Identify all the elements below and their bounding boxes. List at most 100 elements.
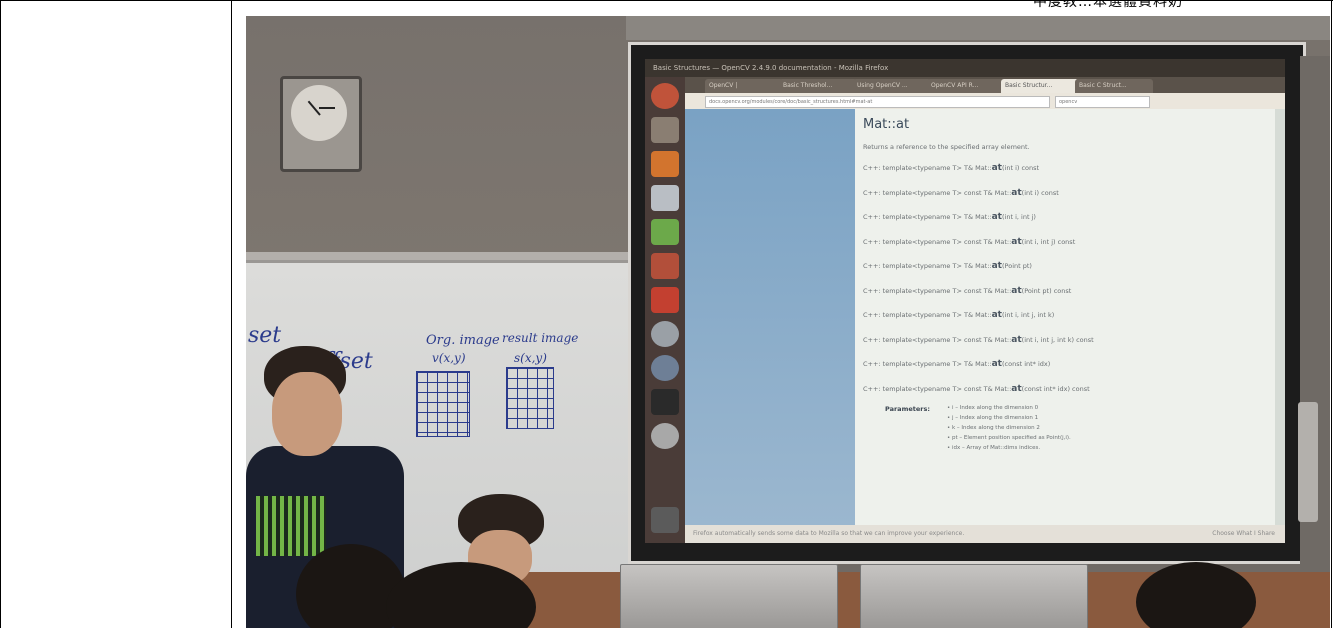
board-text-sxy: s(x,y) [514,351,547,365]
board-grid-original [416,371,470,437]
signature-function: at [991,359,1002,369]
table-border-left [0,1,1,628]
signature-prefix: C++: template<typename T> T& Mat:: [863,360,992,368]
params-heading: Parameters: [885,405,930,413]
browser-toolbar: docs.opencv.org/modules/core/doc/basic_s… [685,93,1285,109]
browser-tab-bar: OpenCV | Basic Threshol... Using OpenCV … [685,77,1285,93]
signature-args: (int i) const [1002,164,1040,172]
window-title: Basic Structures — OpenCV 2.4.9.0 docume… [645,59,1285,77]
signature-line: C++: template<typename T> T& Mat::at(int… [863,212,1036,222]
signature-prefix: C++: template<typename T> const T& Mat:: [863,335,1012,344]
doc-sidebar [685,109,855,525]
tab-5-active[interactable]: Basic Structur... [1001,79,1079,93]
lecturer-face [272,372,342,456]
tab-2[interactable]: Basic Threshol... [779,79,857,93]
board-text-org-image: Org. image [426,333,500,348]
url-input[interactable]: docs.opencv.org/modules/core/doc/basic_s… [705,96,1050,108]
signature-args: (const int* idx) const [1021,384,1090,393]
firefox-notification-bar: Firefox automatically sends some data to… [685,525,1285,543]
signature-args: (int i, int j, int k) [1002,311,1055,319]
writer-icon[interactable] [651,185,679,211]
ubuntu-logo-icon[interactable] [651,83,679,109]
signature-line: C++: template<typename T> const T& Mat::… [863,384,1090,394]
signature-line: C++: template<typename T> T& Mat::at(Poi… [863,261,1032,271]
update-icon[interactable] [651,423,679,449]
signature-line: C++: template<typename T> const T& Mat::… [863,286,1071,296]
signature-line: C++: template<typename T> const T& Mat::… [863,237,1075,247]
signature-prefix: C++: template<typename T> const T& Mat:: [863,286,1012,295]
signature-function: at [1011,187,1022,198]
classroom-photo: set Offset Org. image result image v(x,y… [246,16,1330,628]
signature-line: C++: template<typename T> T& Mat::at(int… [863,163,1039,173]
signature-function: at [1011,285,1022,296]
tab-4[interactable]: OpenCV API R... [927,79,1005,93]
settings-gear-icon[interactable] [651,321,679,347]
board-text-set: set [248,323,282,348]
signature-args: (Point pt) const [1021,286,1072,295]
signature-function: at [1011,383,1022,394]
signature-prefix: C++: template<typename T> const T& Mat:: [863,384,1012,393]
doc-title: Mat::at [863,117,910,132]
notification-text: Firefox automatically sends some data to… [693,530,965,537]
choose-what-i-share-button[interactable]: Choose What I Share [1212,525,1275,543]
signature-line: C++: template<typename T> T& Mat::at(con… [863,359,1050,369]
wall-clock [280,76,362,172]
doc-description: Returns a reference to the specified arr… [863,143,1030,151]
tab-3[interactable]: Using OpenCV ... [853,79,931,93]
ubuntu-launcher [645,77,685,543]
firefox-icon[interactable] [651,151,679,177]
board-text-result-image: result image [502,331,579,345]
signature-prefix: C++: template<typename T> const T& Mat:: [863,188,1012,197]
param-pt: • pt – Element position specified as Poi… [947,435,1071,441]
param-i: • i – Index along the dimension 0 [947,405,1039,411]
signature-args: (const int* idx) [1002,360,1051,368]
tab-6[interactable]: Basic C Struct... [1075,79,1153,93]
signature-function: at [991,261,1002,271]
signature-prefix: C++: template<typename T> T& Mat:: [863,164,992,172]
search-input[interactable]: opencv [1055,96,1150,108]
signature-line: C++: template<typename T> T& Mat::at(int… [863,310,1054,320]
signature-function: at [991,212,1002,222]
screen-housing [626,16,1330,40]
signature-args: (Point pt) [1002,262,1032,270]
doc-content: Mat::at Returns a reference to the speci… [855,109,1275,525]
signature-function: at [991,310,1002,320]
signature-line: C++: template<typename T> const T& Mat::… [863,335,1094,345]
shirt-maze-print [256,496,326,556]
signature-function: at [991,163,1002,173]
impress-icon[interactable] [651,253,679,279]
calc-icon[interactable] [651,219,679,245]
computer-case-2 [860,564,1088,628]
trash-icon[interactable] [651,507,679,533]
signature-prefix: C++: template<typename T> T& Mat:: [863,311,992,319]
computer-case-1 [620,564,838,628]
tab-1[interactable]: OpenCV | [705,79,783,93]
signature-args: (int i) const [1021,188,1059,197]
header-fragment: 中度教…本選體資料奶 [1033,0,1183,10]
projector-screen: Basic Structures — OpenCV 2.4.9.0 docume… [628,42,1306,564]
projected-desktop: Basic Structures — OpenCV 2.4.9.0 docume… [645,59,1285,543]
software-center-icon[interactable] [651,287,679,313]
whiteboard-rail [246,252,636,260]
table-border-middle [231,1,232,628]
signature-function: at [1011,334,1022,345]
table-border-right [1331,1,1332,628]
disk-icon[interactable] [651,355,679,381]
files-icon[interactable] [651,117,679,143]
terminal-icon[interactable] [651,389,679,415]
signature-args: (int i, int j) [1002,213,1036,221]
wall-phone [1298,402,1318,522]
param-idx: • idx – Array of Mat::dims indices. [947,445,1041,451]
signature-prefix: C++: template<typename T> T& Mat:: [863,213,992,221]
signature-line: C++: template<typename T> const T& Mat::… [863,188,1059,198]
signature-prefix: C++: template<typename T> T& Mat:: [863,262,992,270]
signature-function: at [1011,236,1022,247]
param-j: • j – Index along the dimension 1 [947,415,1039,421]
board-text-vxy: v(x,y) [432,351,466,365]
board-grid-result [506,367,554,429]
signature-args: (int i, int j) const [1021,237,1076,246]
signature-prefix: C++: template<typename T> const T& Mat:: [863,237,1012,246]
clock-minute-hand [319,107,335,109]
signature-args: (int i, int j, int k) const [1021,335,1094,344]
param-k: • k – Index along the dimension 2 [947,425,1040,431]
